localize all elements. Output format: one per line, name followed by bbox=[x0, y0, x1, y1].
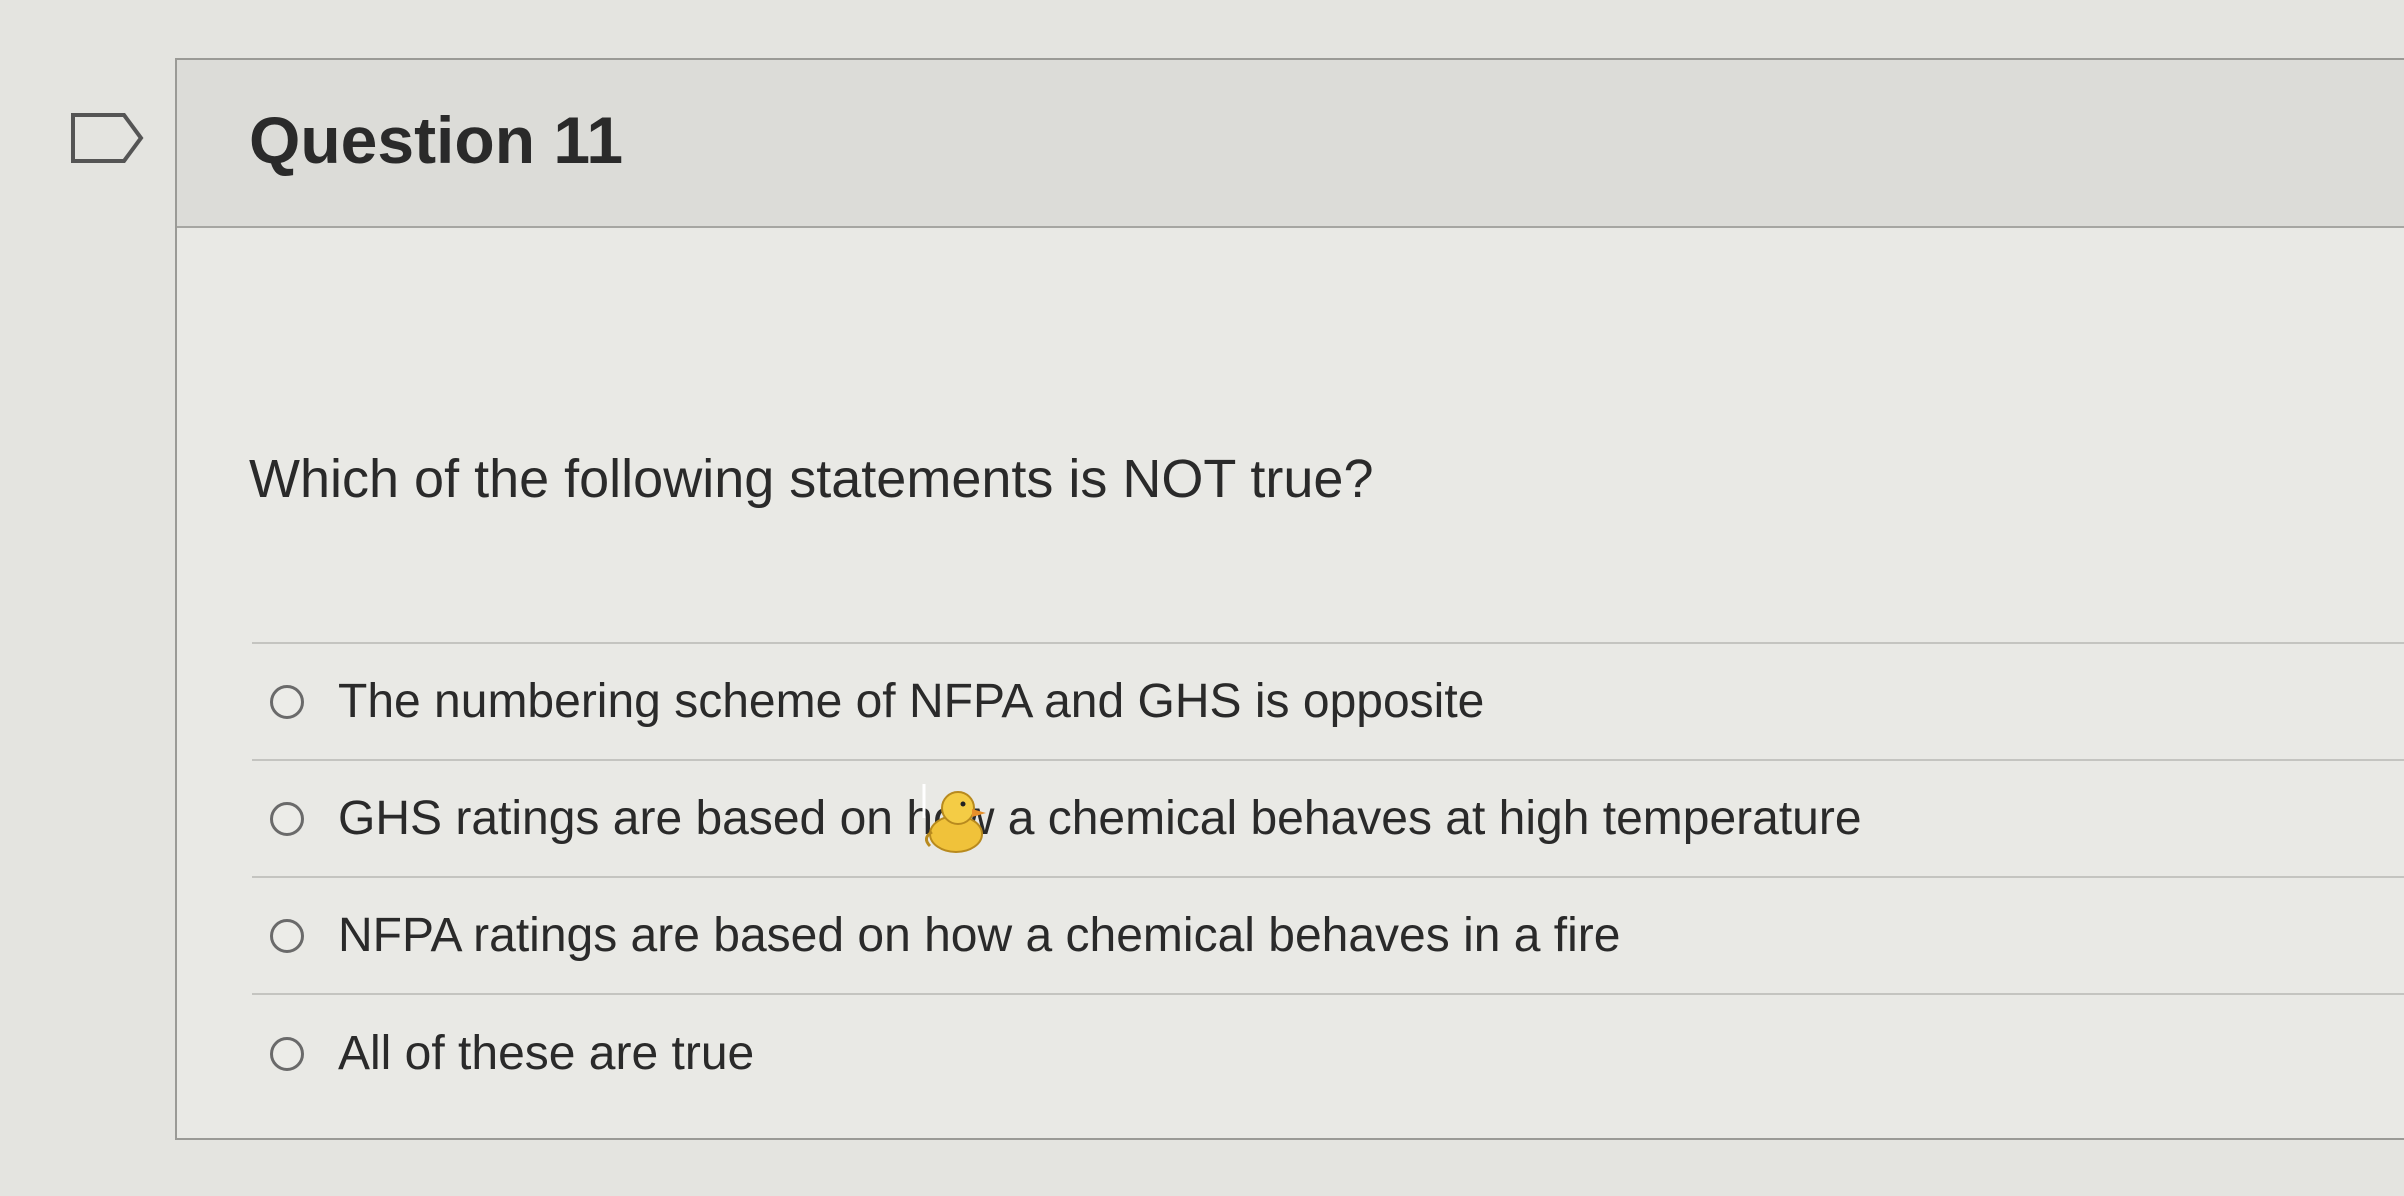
question-card: Question 11 Which of the following state… bbox=[175, 58, 2404, 1140]
question-title: Question 11 bbox=[249, 103, 624, 177]
answer-list: The numbering scheme of NFPA and GHS is … bbox=[252, 642, 2404, 1112]
question-prompt: Which of the following statements is NOT… bbox=[249, 449, 1374, 509]
answer-label: GHS ratings are based on how a chemical … bbox=[338, 792, 1862, 845]
answer-option-4[interactable]: All of these are true bbox=[252, 995, 2404, 1112]
duck-cursor-icon bbox=[916, 782, 994, 860]
answer-label: All of these are true bbox=[338, 1027, 755, 1080]
radio-button[interactable] bbox=[270, 918, 304, 953]
answer-option-2[interactable]: GHS ratings are based on how a chemical … bbox=[252, 761, 2404, 878]
answer-option-1[interactable]: The numbering scheme of NFPA and GHS is … bbox=[252, 644, 2404, 761]
radio-button[interactable] bbox=[270, 1036, 304, 1071]
radio-button[interactable] bbox=[270, 684, 304, 719]
answer-label: The numbering scheme of NFPA and GHS is … bbox=[338, 675, 1485, 728]
question-header: Question 11 bbox=[177, 60, 2404, 228]
radio-button[interactable] bbox=[270, 801, 304, 836]
flag-question-icon[interactable] bbox=[70, 112, 145, 164]
answer-label: NFPA ratings are based on how a chemical… bbox=[338, 909, 1621, 962]
answer-option-3[interactable]: NFPA ratings are based on how a chemical… bbox=[252, 878, 2404, 995]
